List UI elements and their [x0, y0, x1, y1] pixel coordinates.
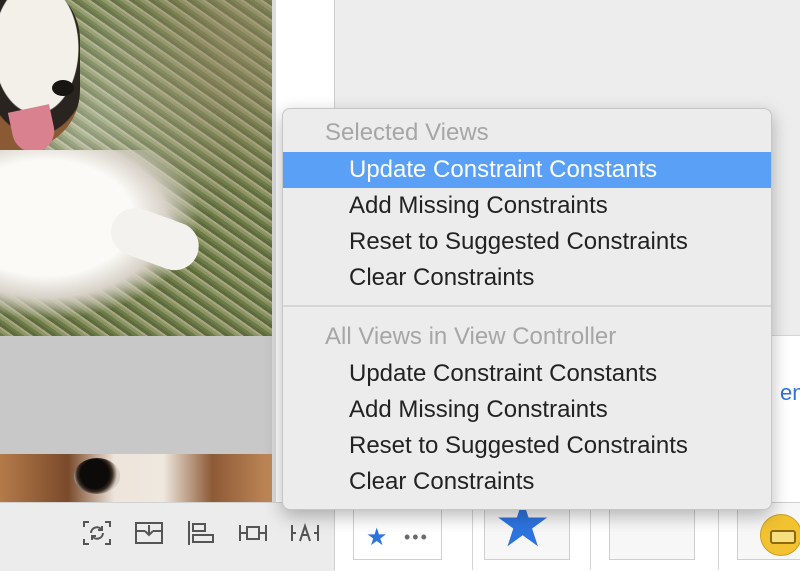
resolve-autolayout-issues-icon[interactable]	[288, 519, 322, 549]
update-frames-icon[interactable]	[80, 519, 114, 549]
more-icon[interactable]: •••	[404, 528, 429, 546]
align-icon[interactable]	[184, 519, 218, 549]
menu-item-update-constraint-constants-selected[interactable]: Update Constraint Constants	[283, 152, 771, 188]
dog-head	[0, 0, 80, 150]
menu-item-reset-to-suggested-constraints-all[interactable]: Reset to Suggested Constraints	[283, 428, 771, 464]
add-constraints-icon[interactable]	[236, 519, 270, 549]
menu-item-clear-constraints-all[interactable]: Clear Constraints	[283, 464, 771, 500]
menu-item-reset-to-suggested-constraints-selected[interactable]: Reset to Suggested Constraints	[283, 224, 771, 260]
menu-section-header: Selected Views	[325, 119, 489, 146]
menu-separator	[283, 305, 771, 307]
dog-photo-bottom	[0, 454, 272, 502]
dog-eye	[74, 458, 120, 494]
resolve-autolayout-issues-menu: Selected Views Update Constraint Constan…	[282, 108, 772, 510]
image-view-placeholder[interactable]	[0, 336, 272, 454]
dog-body	[0, 150, 200, 320]
embed-in-stack-icon[interactable]	[132, 519, 166, 549]
menu-item-clear-constraints-selected[interactable]: Clear Constraints	[283, 260, 771, 296]
menu-item-update-constraint-constants-all[interactable]: Update Constraint Constants	[283, 356, 771, 392]
dog-paw	[104, 201, 206, 277]
dog-photo-top	[0, 0, 272, 336]
menu-item-add-missing-constraints-all[interactable]: Add Missing Constraints	[283, 392, 771, 428]
menu-item-add-missing-constraints-selected[interactable]: Add Missing Constraints	[283, 188, 771, 224]
truncated-label: en	[780, 380, 800, 405]
star-small-icon: ★	[366, 524, 388, 551]
keyboard-icon[interactable]	[760, 514, 800, 556]
menu-section-header: All Views in View Controller	[325, 323, 617, 350]
dog-tongue	[7, 104, 59, 156]
library-item[interactable]	[609, 502, 695, 560]
canvas-toolbar	[0, 502, 334, 571]
dog-nose	[52, 80, 74, 96]
